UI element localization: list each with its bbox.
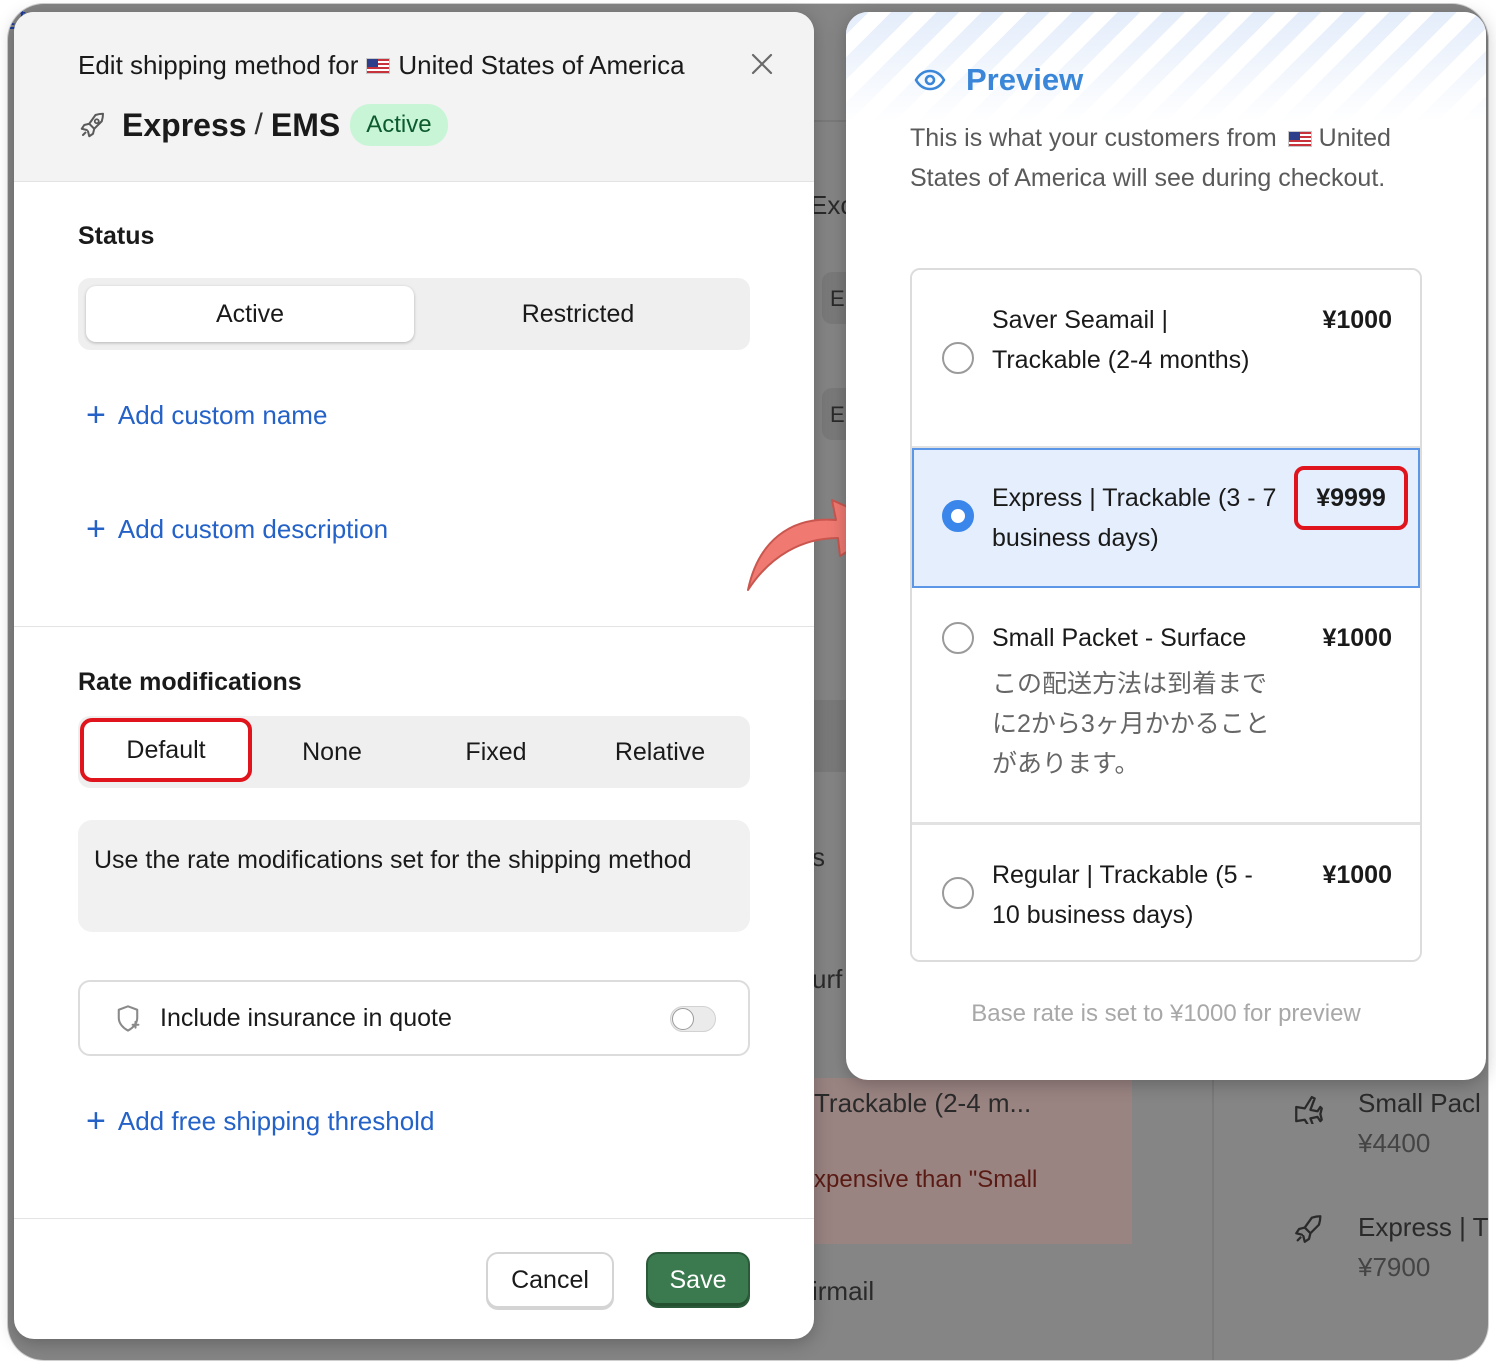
option-separator: [912, 446, 1420, 448]
radio-unselected[interactable]: [942, 622, 974, 654]
bg-warning-text: xpensive than "Small: [814, 1166, 1038, 1193]
rate-option-relative[interactable]: Relative: [578, 724, 742, 780]
radio-unselected[interactable]: [942, 342, 974, 374]
shield-plus-icon: [117, 1005, 140, 1032]
add-custom-description-label: Add custom description: [117, 513, 389, 544]
modal-header: Edit shipping method for United States o…: [14, 12, 814, 182]
status-option-active[interactable]: Active: [86, 286, 414, 342]
insurance-row: Include insurance in quote: [78, 980, 750, 1056]
modal-title-country: United States of America: [398, 50, 685, 80]
shipping-option-label: Small Packet - Surface: [992, 624, 1247, 652]
plus-icon: +: [86, 1102, 106, 1140]
status-segmented-control: Active Restricted: [78, 278, 750, 350]
shipping-option-price-highlighted: ¥9999: [1294, 466, 1408, 530]
add-free-shipping-threshold-label: Add free shipping threshold: [117, 1105, 435, 1136]
toggle-knob: [672, 1008, 694, 1030]
bg-card-name: Express | T: [1358, 1212, 1488, 1242]
bg-text-fragment: Trackable (2-4 m...: [814, 1088, 1032, 1118]
status-section-title: Status: [78, 222, 155, 250]
save-button[interactable]: Save: [646, 1252, 750, 1308]
shipping-option-text: Small Packet - Surface この配送方法は到着までに2から3ヶ…: [992, 618, 1282, 784]
rocket-icon: [1295, 1215, 1322, 1243]
preview-note: Base rate is set to ¥1000 for preview: [971, 1000, 1361, 1027]
insurance-toggle[interactable]: [670, 1006, 716, 1032]
shipping-option[interactable]: Saver Seamail | Trackable (2-4 months) ¥…: [912, 270, 1420, 448]
rate-section-title: Rate modifications: [78, 668, 302, 696]
add-custom-name-label: Add custom name: [117, 399, 328, 430]
shipping-option-label: Express | Trackable (3 - 7 business days…: [992, 484, 1277, 552]
method-separator: /: [254, 108, 263, 141]
shipping-option[interactable]: Regular | Trackable (5 - 10 business day…: [912, 825, 1420, 960]
close-icon[interactable]: [750, 52, 774, 76]
section-divider: [14, 626, 814, 627]
modal-title-prefix: Edit shipping method for: [78, 50, 359, 80]
rate-option-fixed[interactable]: Fixed: [414, 724, 578, 780]
us-flag-icon: [1287, 131, 1312, 148]
add-free-shipping-threshold-link[interactable]: + Add free shipping threshold: [86, 1104, 434, 1138]
eye-icon: [914, 69, 946, 91]
plus-icon: +: [86, 396, 106, 434]
footer-divider: [14, 1218, 814, 1219]
shipping-option[interactable]: Small Packet - Surface この配送方法は到着までに2から3ヶ…: [912, 590, 1420, 822]
rate-segmented-control: Default None Fixed Relative: [78, 716, 750, 788]
rocket-icon: [80, 112, 104, 138]
bg-divider: [1212, 1080, 1214, 1360]
plane-icon: [1295, 1095, 1323, 1124]
method-code: EMS: [270, 106, 341, 143]
checkout-preview-panel: Preview This is what your customers from…: [846, 12, 1486, 1080]
us-flag-icon: [366, 57, 391, 74]
status-badge: Active: [350, 104, 448, 146]
radio-selected[interactable]: [942, 500, 974, 532]
rate-option-none[interactable]: None: [250, 724, 414, 780]
rate-option-default[interactable]: Default: [80, 718, 252, 782]
cancel-button[interactable]: Cancel: [486, 1252, 614, 1308]
insurance-label: Include insurance in quote: [160, 1004, 452, 1032]
preview-title-text: Preview: [966, 62, 1084, 97]
edit-shipping-modal: Edit shipping method for United States o…: [14, 12, 814, 1339]
status-option-restricted[interactable]: Restricted: [414, 286, 742, 342]
preview-description-text: This is what your customers from: [910, 124, 1277, 152]
radio-unselected[interactable]: [942, 877, 974, 909]
bg-text-fragment: urf: [812, 964, 843, 994]
preview-title: Preview: [914, 62, 1083, 98]
shipping-option-sublabel: この配送方法は到着までに2から3ヶ月かかることがあります。: [992, 670, 1270, 778]
bg-card-price: ¥7900: [1358, 1252, 1431, 1282]
add-custom-name-link[interactable]: + Add custom name: [86, 398, 327, 432]
shipping-option-price: ¥1000: [1322, 306, 1392, 334]
method-name: Express: [122, 106, 247, 143]
shipping-option-selected[interactable]: Express | Trackable (3 - 7 business days…: [912, 448, 1420, 588]
shipping-option-price: ¥1000: [1322, 624, 1392, 652]
preview-description: This is what your customers from United …: [910, 118, 1430, 198]
plus-icon: +: [86, 510, 106, 548]
bg-text-fragment: irmail: [812, 1276, 875, 1306]
shipping-options-list: Saver Seamail | Trackable (2-4 months) ¥…: [910, 268, 1422, 962]
bg-card-name: Small Pacl: [1358, 1088, 1481, 1118]
shipping-option-price: ¥1000: [1322, 861, 1392, 889]
shipping-option-label: Saver Seamail | Trackable (2-4 months): [992, 306, 1250, 374]
method-heading: Express / EMS Active: [78, 104, 448, 146]
add-custom-description-link[interactable]: + Add custom description: [86, 512, 388, 546]
shipping-option-label: Regular | Trackable (5 - 10 business day…: [992, 861, 1253, 929]
bg-card-price: ¥4400: [1358, 1128, 1431, 1158]
rate-description: Use the rate modifications set for the s…: [78, 820, 750, 932]
modal-title: Edit shipping method for United States o…: [78, 50, 685, 81]
